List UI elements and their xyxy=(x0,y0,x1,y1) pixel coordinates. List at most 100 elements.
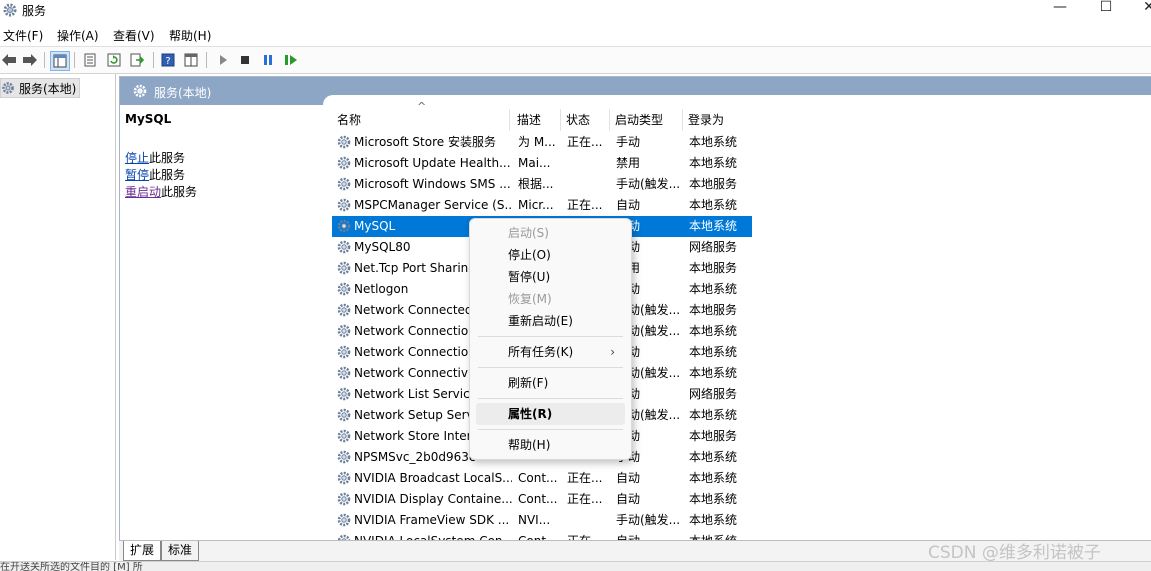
cell-logon: 本地系统 xyxy=(689,198,738,212)
help-icon[interactable]: ? xyxy=(159,51,177,69)
column-header-logon-as[interactable]: 登录为 xyxy=(683,109,752,131)
stop-icon[interactable] xyxy=(236,51,254,69)
menu-help[interactable]: 帮助(H) xyxy=(169,27,211,44)
cell-logon: 本地系统 xyxy=(689,219,738,233)
menu-pause[interactable]: 暂停(U) xyxy=(476,266,625,288)
minimize-button[interactable]: — xyxy=(1037,0,1083,22)
cell-status: 正在... xyxy=(567,198,603,212)
export-icon[interactable] xyxy=(128,51,146,69)
service-gear-icon xyxy=(336,491,352,507)
table-row[interactable]: Microsoft Store 安装服务 为 M... 正在... 手动 本地系统 xyxy=(332,132,752,153)
menu-stop[interactable]: 停止(O) xyxy=(476,244,625,266)
table-row[interactable]: Microsoft Windows SMS ... 根据... 手动(触发... 本地… xyxy=(332,174,752,195)
cell-name: MSPCManager Service (S... xyxy=(354,198,512,212)
toolbar-separator xyxy=(44,52,45,68)
cell-status: 正在... xyxy=(567,492,603,506)
refresh-icon[interactable] xyxy=(105,51,123,69)
cell-logon: 本地系统 xyxy=(689,513,738,527)
services-gear-icon xyxy=(3,3,17,17)
pause-service-link[interactable]: 暂停 xyxy=(125,168,149,182)
column-header-status[interactable]: 状态 xyxy=(561,109,610,131)
table-row[interactable]: NVIDIA Display Containe... Cont... 正在... 自动… xyxy=(332,489,752,510)
menu-all-tasks[interactable]: 所有任务(K) › xyxy=(476,341,625,363)
menu-refresh[interactable]: 刷新(F) xyxy=(476,372,625,394)
selected-service-name: MySQL xyxy=(125,112,172,126)
back-icon[interactable] xyxy=(0,51,18,69)
restart-service-link[interactable]: 重启动 xyxy=(125,185,161,199)
cell-logon: 本地系统 xyxy=(689,408,738,422)
table-row[interactable]: NVIDIA Broadcast LocalS... Cont... 正在... 自动… xyxy=(332,468,752,489)
play-icon[interactable] xyxy=(214,51,232,69)
cell-startup: 手动(触发... xyxy=(616,177,681,191)
cell-status xyxy=(567,510,611,531)
cell-logon: 网络服务 xyxy=(689,387,738,401)
service-gear-icon xyxy=(336,512,352,528)
cell-name: NVIDIA FrameView SDK ... xyxy=(354,513,510,527)
service-gear-icon xyxy=(336,470,352,486)
menu-start[interactable]: 启动(S) xyxy=(476,222,625,244)
context-menu: 启动(S) 停止(O) 暂停(U) 恢复(M) 重新启动(E) 所有任务(K) … xyxy=(469,218,632,460)
cell-logon: 本地系统 xyxy=(689,135,738,149)
menu-help[interactable]: 帮助(H) xyxy=(476,434,625,456)
menu-restart[interactable]: 重新启动(E) xyxy=(476,310,625,332)
table-row[interactable]: Microsoft Update Health... Mai... 禁用 本地系统 xyxy=(332,153,752,174)
cell-name: Microsoft Windows SMS ... xyxy=(354,177,511,191)
cell-logon: 本地系统 xyxy=(689,345,738,359)
menu-action[interactable]: 操作(A) xyxy=(57,27,99,44)
cell-startup: 手动 xyxy=(616,135,641,149)
cell-logon: 本地服务 xyxy=(689,261,738,275)
svg-text:?: ? xyxy=(165,56,170,67)
cell-startup: 禁用 xyxy=(616,156,641,170)
service-gear-icon xyxy=(336,449,352,465)
pause-icon[interactable] xyxy=(259,51,277,69)
tree-item-services-local[interactable]: 服务(本地) xyxy=(0,78,80,98)
toolbar-separator xyxy=(153,52,154,68)
show-tree-icon[interactable] xyxy=(50,51,70,71)
service-gear-icon xyxy=(336,281,352,297)
menu-view[interactable]: 查看(V) xyxy=(113,27,155,44)
service-gear-icon xyxy=(336,386,352,402)
column-header-startup-type[interactable]: 启动类型 xyxy=(610,109,683,131)
action-pause: 暂停此服务 xyxy=(125,166,185,183)
toolbar-separator xyxy=(74,52,75,68)
cell-desc: Cont... xyxy=(518,471,558,485)
cell-logon: 本地系统 xyxy=(689,471,738,485)
toolbar-separator xyxy=(206,52,207,68)
cell-desc: Mai... xyxy=(518,156,551,170)
cell-desc: 根据... xyxy=(518,177,554,191)
service-gear-icon xyxy=(336,407,352,423)
stop-service-link[interactable]: 停止 xyxy=(125,151,149,165)
service-gear-icon xyxy=(336,260,352,276)
services-pane: 服务(本地) MySQL 停止此服务 暂停此服务 重启动此服务 ^ 名称 描述 … xyxy=(119,76,1151,541)
close-button[interactable]: ✕ xyxy=(1126,0,1151,22)
cell-logon: 本地服务 xyxy=(689,177,738,191)
column-header-name[interactable]: 名称 xyxy=(332,109,510,131)
table-row[interactable]: MSPCManager Service (S... Micr... 正在... 自动 本… xyxy=(332,195,752,216)
console-icon[interactable] xyxy=(182,51,200,69)
maximize-button[interactable]: ☐ xyxy=(1083,0,1129,22)
menu-resume[interactable]: 恢复(M) xyxy=(476,288,625,310)
cell-desc: Micr... xyxy=(518,198,554,212)
cell-startup: 自动 xyxy=(616,492,641,506)
cell-name: Microsoft Update Health... xyxy=(354,156,511,170)
restart-icon[interactable] xyxy=(282,51,300,69)
title-bar: 服务 — ☐ ✕ xyxy=(0,0,1151,22)
toolbar: ? xyxy=(0,46,1151,74)
cell-logon: 本地系统 xyxy=(689,450,738,464)
cell-desc: NVI... xyxy=(518,513,551,527)
menu-separator xyxy=(478,367,623,368)
service-gear-icon xyxy=(336,365,352,381)
column-header-description[interactable]: 描述 xyxy=(512,109,561,131)
cell-logon: 本地系统 xyxy=(689,492,738,506)
table-row[interactable]: NVIDIA FrameView SDK ... NVI... 手动(触发... 本地… xyxy=(332,510,752,531)
service-gear-icon xyxy=(336,323,352,339)
tab-standard[interactable]: 标准 xyxy=(161,541,200,561)
menu-separator xyxy=(478,429,623,430)
properties-icon[interactable] xyxy=(81,51,99,69)
cell-logon: 本地服务 xyxy=(689,303,738,317)
menu-properties[interactable]: 属性(R) xyxy=(476,403,625,425)
tab-extended[interactable]: 扩展 xyxy=(123,541,162,561)
menu-file[interactable]: 文件(F) xyxy=(3,27,43,44)
cell-logon: 网络服务 xyxy=(689,240,738,254)
forward-icon[interactable] xyxy=(21,51,39,69)
